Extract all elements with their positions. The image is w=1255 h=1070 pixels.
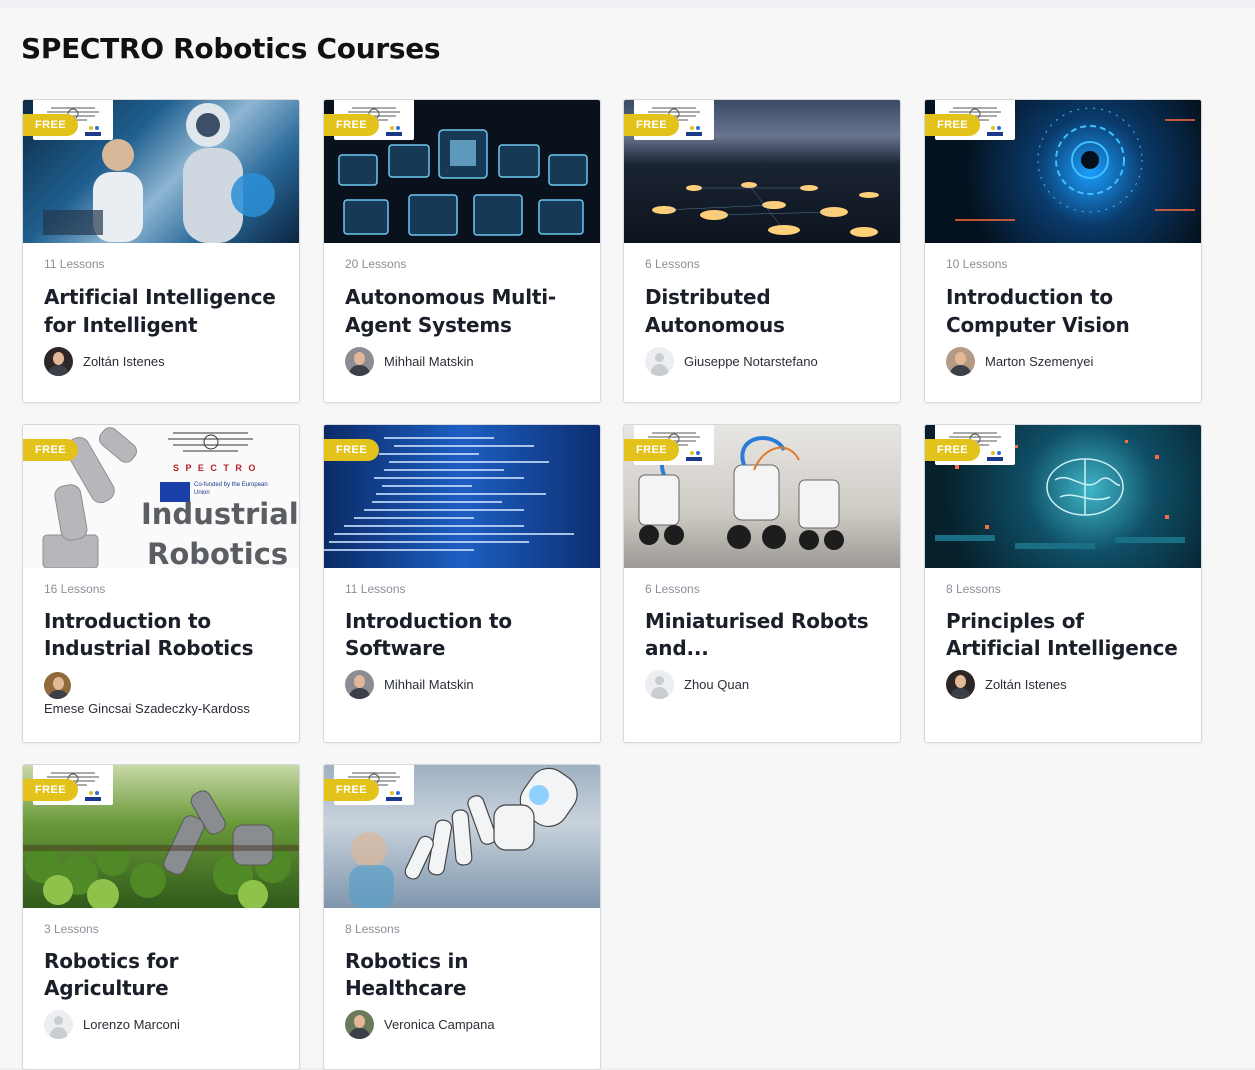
course-author[interactable]: Lorenzo Marconi: [44, 1010, 279, 1039]
course-author[interactable]: Zhou Quan: [645, 670, 880, 699]
course-thumbnail-industrial[interactable]: S P E C T R O Co-funded by the European …: [23, 425, 299, 568]
author-name: Emese Gincsai Szadeczky-Kardoss: [44, 701, 250, 716]
course-card[interactable]: FREE 11 Lessons Artificial Intelligence …: [22, 99, 300, 403]
course-author[interactable]: Mihhail Matskin: [345, 670, 580, 699]
author-name: Marton Szemenyei: [985, 354, 1094, 369]
free-badge: FREE: [324, 114, 379, 136]
free-badge: FREE: [23, 439, 78, 461]
image-heading-line2: Robotics: [147, 537, 289, 568]
author-name: Mihhail Matskin: [384, 354, 474, 369]
course-thumbnail-software-engineering[interactable]: FREE: [324, 425, 600, 568]
author-avatar: [946, 670, 975, 699]
course-title[interactable]: Principles of Artificial Intelligence: [946, 608, 1181, 664]
course-card[interactable]: FREE 11 Lessons Introduction to Software…: [323, 424, 601, 743]
course-title[interactable]: Introduction to Industrial Robotics: [44, 608, 279, 664]
author-avatar: [946, 347, 975, 376]
course-title[interactable]: Introduction to Computer Vision: [946, 283, 1181, 341]
course-card[interactable]: S P E C T R O Co-funded by the European …: [22, 424, 300, 743]
lesson-count: 3 Lessons: [44, 922, 99, 936]
course-author[interactable]: Emese Gincsai Szadeczky-Kardoss: [44, 672, 279, 716]
lesson-count: 6 Lessons: [645, 257, 700, 271]
course-thumbnail-computer-vision[interactable]: FREE: [925, 100, 1201, 243]
lesson-count: 8 Lessons: [946, 582, 1001, 596]
course-title[interactable]: Autonomous Multi-Agent Systems: [345, 283, 580, 341]
free-badge: FREE: [925, 114, 980, 136]
lesson-count: 10 Lessons: [946, 257, 1008, 271]
course-author[interactable]: Marton Szemenyei: [946, 347, 1181, 376]
page-title: SPECTRO Robotics Courses: [21, 32, 441, 65]
spectro-brand-text: S P E C T R O: [173, 463, 258, 473]
course-thumbnail-multi-agent[interactable]: FREE: [324, 100, 600, 243]
author-avatar: [345, 347, 374, 376]
course-card[interactable]: FREE 8 Lessons Robotics in Healthcare Ve…: [323, 764, 601, 1070]
course-title[interactable]: Miniaturised Robots and...: [645, 608, 880, 664]
course-title[interactable]: Robotics in Healthcare: [345, 948, 580, 1004]
course-card[interactable]: FREE 6 Lessons Miniaturised Robots and..…: [623, 424, 901, 743]
lesson-count: 11 Lessons: [345, 582, 406, 596]
image-heading-line1: Industrial: [141, 497, 299, 531]
course-author[interactable]: Zoltán Istenes: [946, 670, 1181, 699]
free-badge: FREE: [324, 779, 379, 801]
course-card[interactable]: FREE 20 Lessons Autonomous Multi-Agent S…: [323, 99, 601, 403]
course-author[interactable]: Giuseppe Notarstefano: [645, 347, 880, 376]
free-badge: FREE: [23, 114, 78, 136]
author-avatar-placeholder: [44, 1010, 73, 1039]
author-name: Zoltán Istenes: [83, 354, 165, 369]
lesson-count: 11 Lessons: [44, 257, 105, 271]
author-name: Veronica Campana: [384, 1017, 495, 1032]
courses-page: SPECTRO Robotics Courses FREE 11 Lessons…: [0, 8, 1255, 1070]
course-thumbnail-distributed[interactable]: FREE: [624, 100, 900, 243]
course-card[interactable]: FREE 8 Lessons Principles of Artificial …: [924, 424, 1202, 743]
lesson-count: 6 Lessons: [645, 582, 700, 596]
course-thumbnail-healthcare[interactable]: FREE: [324, 765, 600, 908]
course-thumbnail-principles-ai[interactable]: FREE: [925, 425, 1201, 568]
course-card[interactable]: FREE 6 Lessons Distributed Autonomous Sy…: [623, 99, 901, 403]
author-avatar-placeholder: [645, 347, 674, 376]
author-name: Zoltán Istenes: [985, 677, 1067, 692]
author-avatar-placeholder: [645, 670, 674, 699]
lesson-count: 20 Lessons: [345, 257, 407, 271]
free-badge: FREE: [23, 779, 78, 801]
author-avatar: [44, 672, 71, 699]
course-card[interactable]: FREE 10 Lessons Introduction to Computer…: [924, 99, 1202, 403]
cofunded-text: Co-funded by the European Union: [194, 482, 268, 496]
author-name: Lorenzo Marconi: [83, 1017, 180, 1032]
author-name: Zhou Quan: [684, 677, 750, 692]
course-thumbnail-miniaturised[interactable]: FREE: [624, 425, 900, 568]
course-author[interactable]: Veronica Campana: [345, 1010, 580, 1039]
course-card[interactable]: FREE 3 Lessons Robotics for Agriculture …: [22, 764, 300, 1070]
course-title[interactable]: Robotics for Agriculture: [44, 948, 279, 1004]
course-title[interactable]: Artificial Intelligence for Intelligent …: [44, 283, 279, 341]
free-badge: FREE: [324, 439, 379, 461]
course-author[interactable]: Zoltán Istenes: [44, 347, 279, 376]
course-title[interactable]: Introduction to Software Engineerin...: [345, 608, 580, 664]
author-name: Giuseppe Notarstefano: [684, 354, 818, 369]
free-badge: FREE: [624, 114, 679, 136]
course-thumbnail-agriculture[interactable]: FREE: [23, 765, 299, 908]
course-title[interactable]: Distributed Autonomous Systems: [645, 283, 880, 341]
lesson-count: 8 Lessons: [345, 922, 400, 936]
lesson-count: 16 Lessons: [44, 582, 106, 596]
free-badge: FREE: [624, 439, 679, 461]
course-thumbnail-ai-robot[interactable]: FREE: [23, 100, 299, 243]
free-badge: FREE: [925, 439, 980, 461]
author-name: Mihhail Matskin: [384, 677, 474, 692]
author-avatar: [345, 1010, 374, 1039]
author-avatar: [44, 347, 73, 376]
author-avatar: [345, 670, 374, 699]
course-author[interactable]: Mihhail Matskin: [345, 347, 580, 376]
